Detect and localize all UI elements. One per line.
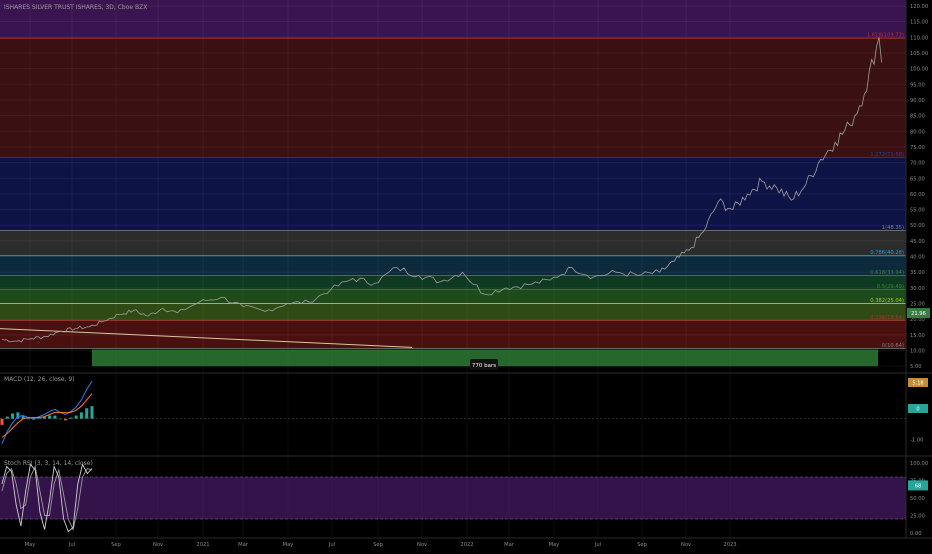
price-axis-tick: 105.00 [910,51,928,57]
stoch-axis-tick: 50.00 [910,496,925,502]
macd-hist-bar [69,417,73,419]
stoch-title: Stoch RSI (3, 3, 14, 14, close) [4,460,93,467]
macd-hist-bar [0,418,4,425]
price-axis-tick: 55.00 [910,208,925,214]
x-axis-tick: May [549,542,560,548]
macd-hist-bar [85,408,89,419]
measure-label: 770 bars [472,363,496,369]
fib-label: 0.5(29.49) [877,284,904,290]
macd-hist-bar [79,412,83,419]
price-axis-tick: 15.00 [910,333,925,339]
x-axis-tick: Mar [238,542,249,548]
macd-hist-bar [11,413,15,419]
macd-hist-bar [53,415,57,419]
macd-hist-bar [58,418,62,420]
macd-hist-bar [26,418,30,420]
price-axis-tick: 30.00 [910,286,925,292]
x-axis-tick: Nov [153,542,163,548]
price-axis-tick: 20.00 [910,317,925,323]
price-axis-tick: 75.00 [910,145,925,151]
fib-zone-6 [0,303,906,321]
price-axis-tick: 35.00 [910,270,925,276]
x-axis-tick: Nov [417,542,427,548]
macd-line [1,380,93,444]
x-axis-tick: Mar [504,542,515,548]
price-axis-tick: 65.00 [910,176,925,182]
price-axis-tick: 100.00 [910,67,928,73]
x-axis-tick: Jul [594,542,601,548]
price-axis-tick: 25.00 [910,302,925,308]
price-axis-tick: 95.00 [910,82,925,88]
fib-label: 1.272(71.68) [870,152,904,158]
x-axis-tick: May [25,542,36,548]
stoch-band [0,477,906,519]
x-axis-tick: Jul [328,542,335,548]
price-axis-tick: 115.00 [910,20,928,26]
price-axis-tick: 70.00 [910,161,925,167]
price-axis-tick: 10.00 [910,349,925,355]
fib-label: 0.786(40.28) [870,250,904,256]
fib-label: 0.618(33.94) [870,270,904,276]
price-axis-tick: 80.00 [910,129,925,135]
chart-svg[interactable]: 1.618(109.73) 1.272(71.68) 1(48.35) 0.786(4… [0,0,932,550]
stoch-badge: 68 [915,483,921,489]
price-axis-tick: 40.00 [910,255,925,261]
macd-hist-bar [5,416,9,419]
x-axis-tick: Sep [373,542,383,548]
fib-zone-2 [0,230,906,256]
x-axis-tick: 2021 [196,542,209,548]
symbol-title: ISHARES SILVER TRUST ISHARES, 3D, Cboe B… [4,4,148,11]
fib-zone-0 [0,38,906,158]
fib-zone-5 [0,289,906,304]
macd-hist-bar [64,418,68,421]
macd-hist-bar [74,415,78,419]
fib-label: 0.236(19.54) [870,315,904,321]
macd-title: MACD (12, 26, close, 9) [4,376,75,383]
price-axis-tick: 120.00 [910,4,928,10]
fib-label: 1(48.35) [882,225,904,231]
fib-label: 0.382(25.04) [870,298,904,304]
signal-line [1,393,93,438]
price-axis-tick: 90.00 [910,98,925,104]
macd-axis-tick: -1.00 [910,438,923,444]
x-axis-tick: Sep [637,542,647,548]
price-axis-tick: 45.00 [910,239,925,245]
stoch-axis-tick: 100.00 [910,461,928,467]
macd-hist-bar [48,415,52,419]
x-axis-tick: Nov [681,542,691,548]
x-axis-tick: 2023 [723,542,736,548]
stoch-axis-tick: 0.00 [910,531,922,537]
price-axis-tick: 50.00 [910,223,925,229]
x-axis-tick: May [283,542,294,548]
last-price-badge: 21.96 [911,311,926,317]
price-axis-tick: 60.00 [910,192,925,198]
stoch-axis-tick: 25.00 [910,514,925,520]
x-axis-tick: Sep [111,542,121,548]
price-axis-tick: 5.00 [910,364,922,370]
price-axis-tick: 110.00 [910,35,928,41]
price-axis-tick: 85.00 [910,114,925,120]
macd-badge-2: 0 [916,407,919,413]
chart-root: 1.618(109.73) 1.272(71.68) 1(48.35) 0.786(4… [0,0,932,550]
fib-label: 1.618(109.73) [867,33,904,39]
macd-hist-bar [90,406,94,419]
macd-badge: 5.18 [912,381,923,387]
fib-label: 0(10.64) [882,343,904,349]
x-axis-tick: Jul [68,542,75,548]
x-axis-tick: 2022 [460,542,473,548]
